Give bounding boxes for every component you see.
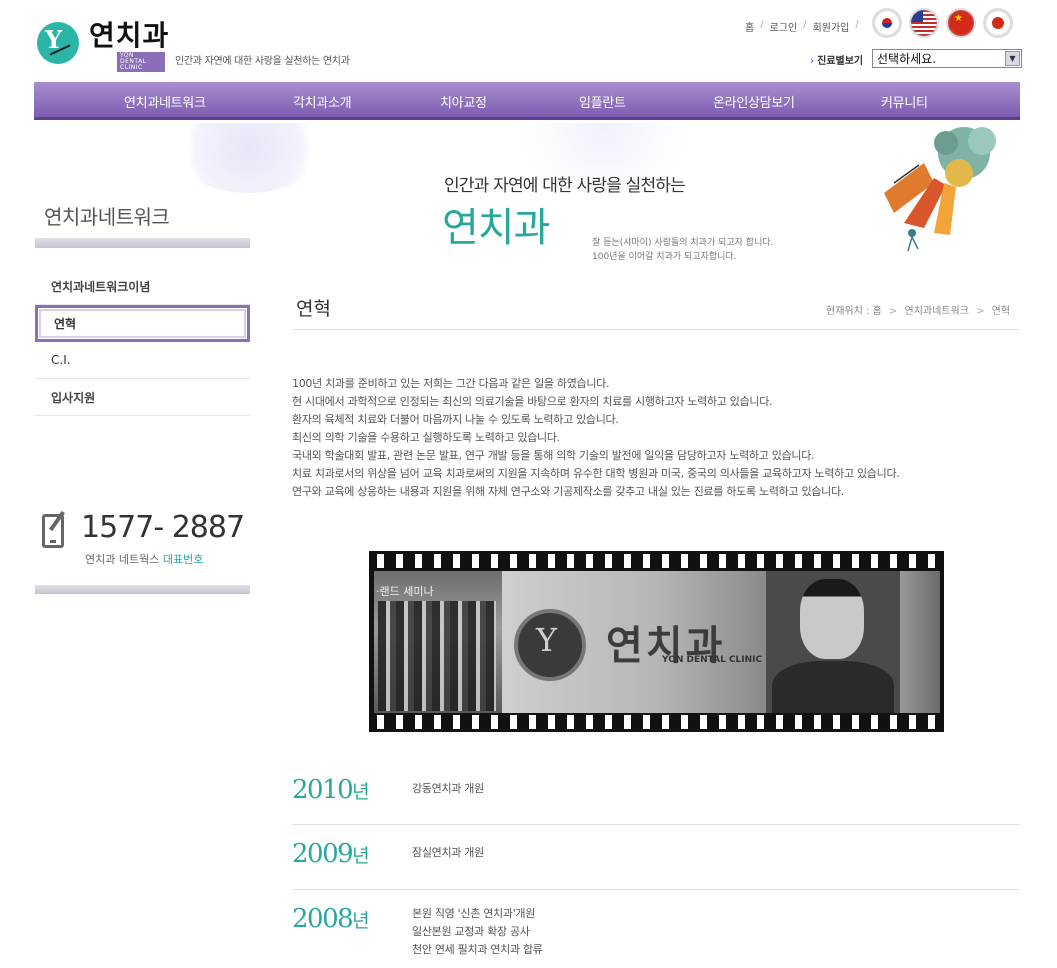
history-year: 2010년: [292, 775, 370, 805]
film-strip-gallery: ·랜드 세미나 Y 연치과 YON DENTAL CLINIC: [369, 551, 944, 732]
usa-flag-icon[interactable]: [909, 8, 939, 38]
history-events: 강동연치과 개원: [412, 782, 484, 795]
clinic-select[interactable]: 선택하세요. ▼: [872, 49, 1022, 68]
sidebar-divider: [35, 238, 250, 248]
phone-number: 1577- 2887: [81, 510, 245, 545]
history-events: 본원 직영 '신촌 연치과'개원 일산본원 교정과 확장 공사 천안 연세 필치…: [412, 907, 543, 956]
film-frame-clinic: [900, 571, 940, 713]
hero-subtitle: 인간과 자연에 대한 사랑을 실천하는: [444, 176, 686, 196]
film-frame-doctor: [766, 571, 900, 713]
history-year: 2009년: [292, 839, 370, 869]
hero-description: 잘 듣는(샤마이) 사람들의 치과가 되고자 합니다. 100년을 이어갈 치과…: [592, 238, 774, 262]
history-row: 2008년 본원 직영 '신촌 연치과'개원 일산본원 교정과 확장 공사 천안…: [292, 890, 1020, 968]
nav-item-clinics[interactable]: 각치과소개: [293, 92, 352, 111]
history-year: 2008년: [292, 904, 370, 934]
flower-illustration-icon: [884, 127, 996, 252]
main-nav: 연치과네트워크 각치과소개 치아교정 임플란트 온라인상담보기 커뮤니티: [34, 82, 1020, 120]
nav-item-community[interactable]: 커뮤니티: [881, 92, 928, 111]
breadcrumb-network[interactable]: 연치과네트워크: [905, 306, 969, 317]
phone-caption: 연치과 네트웍스 대표번호: [85, 553, 204, 566]
home-link[interactable]: 홈: [745, 19, 754, 34]
japan-flag-icon[interactable]: [983, 8, 1013, 38]
sidebar-title: 연치과네트워크: [44, 205, 170, 229]
sidebar-item-ci[interactable]: C.I.: [35, 342, 250, 379]
film-frame-seminar: ·랜드 세미나: [374, 571, 502, 713]
sidebar-menu: 연치과네트워크이념 연혁 C.I. 입사지원: [35, 268, 250, 416]
chevron-down-icon[interactable]: ▼: [1005, 51, 1020, 66]
history-row: 2010년 강동연치과 개원: [292, 763, 1020, 825]
history-list: 2010년 강동연치과 개원 2009년 잠실연치과 개원 2008년 본원 직…: [292, 763, 1020, 968]
signup-link[interactable]: 회원가입: [813, 19, 850, 34]
sidebar-item-recruit[interactable]: 입사지원: [35, 379, 250, 416]
china-flag-icon[interactable]: ★: [946, 8, 976, 38]
breadcrumb-home[interactable]: 현재위치 : 홈: [826, 306, 882, 317]
clinic-select-value: 선택하세요.: [877, 52, 937, 66]
history-intro: 100년 치과를 준비하고 있는 저희는 그간 다음과 같은 일을 하였습니다.…: [292, 377, 900, 498]
breadcrumb-current: 연혁: [991, 306, 1011, 317]
login-link[interactable]: 로그인: [770, 19, 798, 34]
header-slogan: 인간과 자연에 대한 사랑을 실천하는 연치과: [175, 56, 350, 67]
sidebar-item-history[interactable]: 연혁: [35, 305, 250, 342]
nav-item-network[interactable]: 연치과네트워크: [124, 92, 206, 111]
history-events: 잠실연치과 개원: [412, 846, 484, 859]
sidebar-item-philosophy[interactable]: 연치과네트워크이념: [35, 268, 250, 305]
logo-mark-icon: Y: [37, 22, 79, 64]
history-row: 2009년 잠실연치과 개원: [292, 825, 1020, 890]
logo-tag: YON DENTAL CLINIC: [117, 52, 165, 72]
language-flags: ★: [872, 8, 1013, 38]
film-frame-logo: Y 연치과 YON DENTAL CLINIC: [502, 571, 766, 713]
hero-title: 연치과: [442, 205, 550, 251]
korean-flag-icon[interactable]: [872, 8, 902, 38]
phone-contact: 1577- 2887 연치과 네트웍스 대표번호: [35, 506, 250, 594]
logo-text: 연치과: [89, 19, 170, 52]
nav-item-implant[interactable]: 임플란트: [579, 92, 626, 111]
clinic-select-label: 진료별보기: [810, 52, 863, 67]
top-menu: 홈 / 로그인 / 회원가입 /: [745, 19, 859, 34]
nav-item-online-consult[interactable]: 온라인상담보기: [713, 92, 795, 111]
nav-item-orthodontics[interactable]: 치아교정: [440, 92, 487, 111]
breadcrumb: 현재위치 : 홈 > 연치과네트워크 > 연혁: [826, 306, 1011, 317]
logo[interactable]: Y 연치과 YON DENTAL CLINIC: [37, 22, 169, 72]
page-title: 연혁: [296, 298, 331, 320]
